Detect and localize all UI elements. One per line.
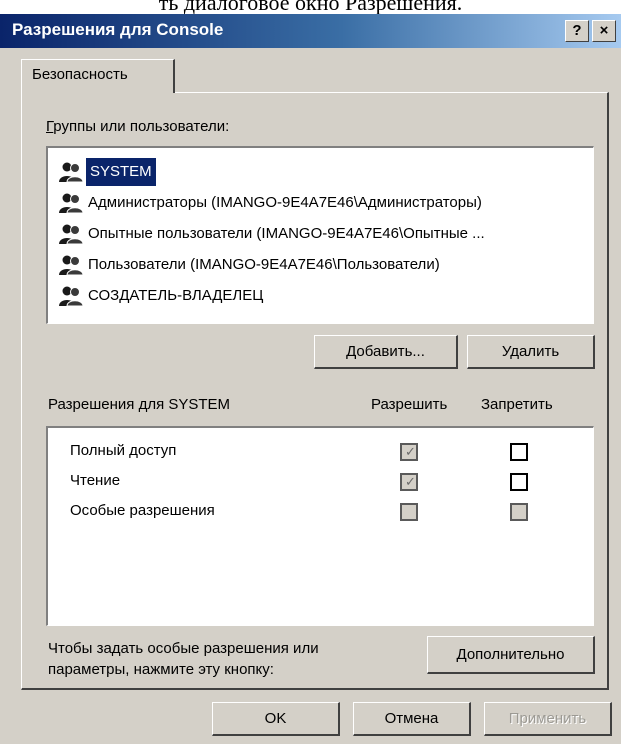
title-bar[interactable]: Разрешения для Console ? × <box>0 14 621 48</box>
list-item[interactable]: Администраторы (IMANGO-9E4A7E46\Админист… <box>58 189 590 217</box>
users-group-icon <box>59 224 84 245</box>
hint-line-1: Чтобы задать особые разрешения или <box>48 640 319 657</box>
list-item[interactable]: Пользователи (IMANGO-9E4A7E46\Пользовате… <box>58 251 590 279</box>
users-group-icon <box>59 193 84 214</box>
users-group-icon <box>59 286 84 307</box>
hint-line-2: параметры, нажмите эту кнопку: <box>48 661 274 678</box>
list-item[interactable]: Опытные пользователи (IMANGO-9E4A7E46\Оп… <box>58 220 590 248</box>
list-item-name: Администраторы (IMANGO-9E4A7E46\Админист… <box>88 194 482 211</box>
list-item[interactable]: SYSTEM <box>58 158 590 186</box>
deny-checkbox[interactable] <box>510 443 528 461</box>
window-title: Разрешения для Console <box>12 20 224 39</box>
permission-name: Особые разрешения <box>70 502 215 519</box>
permission-row: Особые разрешения <box>48 498 594 526</box>
permission-row: Полный доступ ✓ <box>48 438 594 466</box>
allow-checkbox: ✓ <box>400 443 418 461</box>
allow-checkbox <box>400 503 418 521</box>
permissions-list: Полный доступ ✓ Чтение ✓ Особые разрешен… <box>46 426 594 626</box>
list-item[interactable]: СОЗДАТЕЛЬ-ВЛАДЕЛЕЦ <box>58 282 590 310</box>
close-button[interactable]: × <box>592 20 616 42</box>
cancel-button[interactable]: Отмена <box>353 702 471 736</box>
tab-security[interactable]: Безопасность <box>21 59 175 93</box>
users-group-icon <box>59 255 84 276</box>
list-item-name: SYSTEM <box>86 158 156 186</box>
remove-button[interactable]: Удалить <box>467 335 595 369</box>
users-group-icon <box>59 162 84 183</box>
allow-header: Разрешить <box>371 396 448 413</box>
help-button[interactable]: ? <box>565 20 589 42</box>
permission-name: Чтение <box>70 472 121 489</box>
deny-header: Запретить <box>481 396 553 413</box>
page: ть диалоговое окно Разрешения. Разрешени… <box>0 0 621 744</box>
ok-button[interactable]: OK <box>212 702 340 736</box>
list-item-name: СОЗДАТЕЛЬ-ВЛАДЕЛЕЦ <box>88 287 264 304</box>
deny-checkbox <box>510 503 528 521</box>
allow-checkbox: ✓ <box>400 473 418 491</box>
apply-button[interactable]: Применить <box>484 702 612 736</box>
permissions-label: Разрешения для SYSTEM <box>48 396 231 413</box>
permission-name: Полный доступ <box>70 442 177 459</box>
permission-row: Чтение ✓ <box>48 468 594 496</box>
users-list[interactable]: SYSTEM Администраторы (IMANGO-9E4A7E46\А… <box>46 146 594 324</box>
add-button[interactable]: Добавить... <box>314 335 458 369</box>
advanced-button[interactable]: Дополнительно <box>427 636 595 674</box>
list-item-name: Опытные пользователи (IMANGO-9E4A7E46\Оп… <box>88 225 485 242</box>
permissions-dialog: Разрешения для Console ? × Безопасность … <box>0 14 621 744</box>
groups-label: Группы или пользователи: <box>46 118 229 135</box>
deny-checkbox[interactable] <box>510 473 528 491</box>
groups-label-rest: руппы или пользователи: <box>53 118 230 135</box>
list-item-name: Пользователи (IMANGO-9E4A7E46\Пользовате… <box>88 256 440 273</box>
